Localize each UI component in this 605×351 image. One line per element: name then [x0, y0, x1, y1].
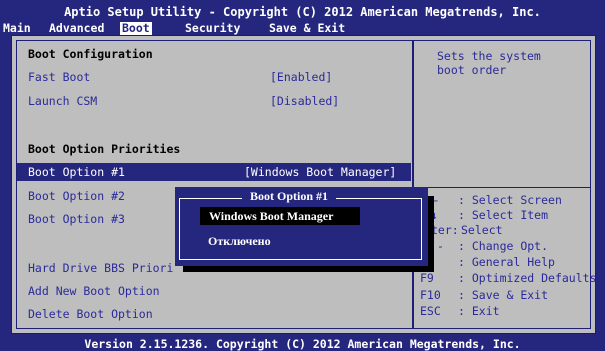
- version-footer: Version 2.15.1236. Copyright (C) 2012 Am…: [84, 337, 521, 351]
- launch-csm-label[interactable]: Launch CSM: [28, 94, 97, 108]
- key-plus-minus: -: [437, 239, 444, 253]
- key-general-help: : General Help: [458, 255, 555, 269]
- key-esc: ESC: [420, 304, 441, 318]
- key-sep: :: [458, 239, 465, 253]
- key-select: Select: [461, 223, 503, 237]
- popup-title: Boot Option #1: [242, 189, 337, 203]
- key-select-screen: : Select Screen: [458, 193, 562, 207]
- key-desc: General Help: [471, 255, 555, 269]
- delete-boot-option[interactable]: Delete Boot Option: [28, 307, 153, 321]
- window-title: Aptio Setup Utility - Copyright (C) 2012…: [64, 5, 541, 19]
- boot-option-2-label[interactable]: Boot Option #2: [28, 189, 125, 203]
- key-sep: :: [458, 288, 465, 302]
- key-desc: Optimized Defaults: [471, 271, 597, 285]
- key-sep: :: [458, 193, 465, 207]
- key-select-item: : Select Item: [458, 208, 548, 222]
- add-new-boot-option[interactable]: Add New Boot Option: [28, 284, 160, 298]
- key-f10: F10: [420, 288, 441, 302]
- section-boot-configuration: Boot Configuration: [28, 47, 153, 61]
- key-desc: Select Item: [471, 208, 549, 222]
- section-boot-option-priorities: Boot Option Priorities: [28, 142, 181, 156]
- fast-boot-value[interactable]: [Enabled]: [270, 70, 332, 84]
- key-desc: Save & Exit: [471, 288, 549, 302]
- popup-option-disabled[interactable]: Отключено: [208, 234, 271, 248]
- help-divider: [413, 187, 591, 188]
- boot-option-1-row[interactable]: Boot Option #1 [Windows Boot Manager]: [17, 163, 411, 181]
- key-save-exit: : Save & Exit: [458, 288, 548, 302]
- key-desc: Change Opt.: [471, 239, 549, 253]
- key-optimized-defaults: : Optimized Defaults: [458, 271, 597, 285]
- boot-option-1-value[interactable]: [Windows Boot Manager]: [244, 165, 396, 179]
- key-sep: :: [458, 304, 465, 318]
- key-enter: ter:: [431, 223, 459, 237]
- hard-drive-bbs-priorities[interactable]: Hard Drive BBS Priori: [28, 261, 173, 275]
- popup-option-windows-boot-manager[interactable]: Windows Boot Manager: [200, 207, 360, 225]
- boot-option-3-label[interactable]: Boot Option #3: [28, 212, 125, 226]
- key-sep: :: [458, 255, 465, 269]
- tab-security[interactable]: Security: [183, 22, 242, 35]
- panel-divider: [412, 40, 414, 329]
- menu-bar: Main Advanced Boot Security Save & Exit: [0, 22, 605, 35]
- key-sep: :: [458, 208, 465, 222]
- fast-boot-label[interactable]: Fast Boot: [28, 70, 90, 84]
- boot-option-1-label[interactable]: Boot Option #1: [28, 165, 125, 179]
- key-f9: F9: [420, 271, 434, 285]
- tab-boot[interactable]: Boot: [120, 22, 152, 35]
- key-desc: Exit: [471, 304, 500, 318]
- tab-save-exit[interactable]: Save & Exit: [267, 22, 347, 35]
- launch-csm-value[interactable]: [Disabled]: [270, 94, 339, 108]
- key-desc: Select Screen: [471, 193, 562, 207]
- key-change-opt: : Change Opt.: [458, 239, 548, 253]
- key-exit: : Exit: [458, 304, 500, 318]
- tab-advanced[interactable]: Advanced: [47, 22, 106, 35]
- tab-main[interactable]: Main: [1, 22, 33, 35]
- key-sep: :: [458, 271, 465, 285]
- help-text-line-1: Sets the system: [437, 49, 541, 63]
- boot-option-popup: Boot Option #1 Windows Boot Manager Откл…: [175, 187, 428, 266]
- help-text-line-2: boot order: [437, 63, 507, 77]
